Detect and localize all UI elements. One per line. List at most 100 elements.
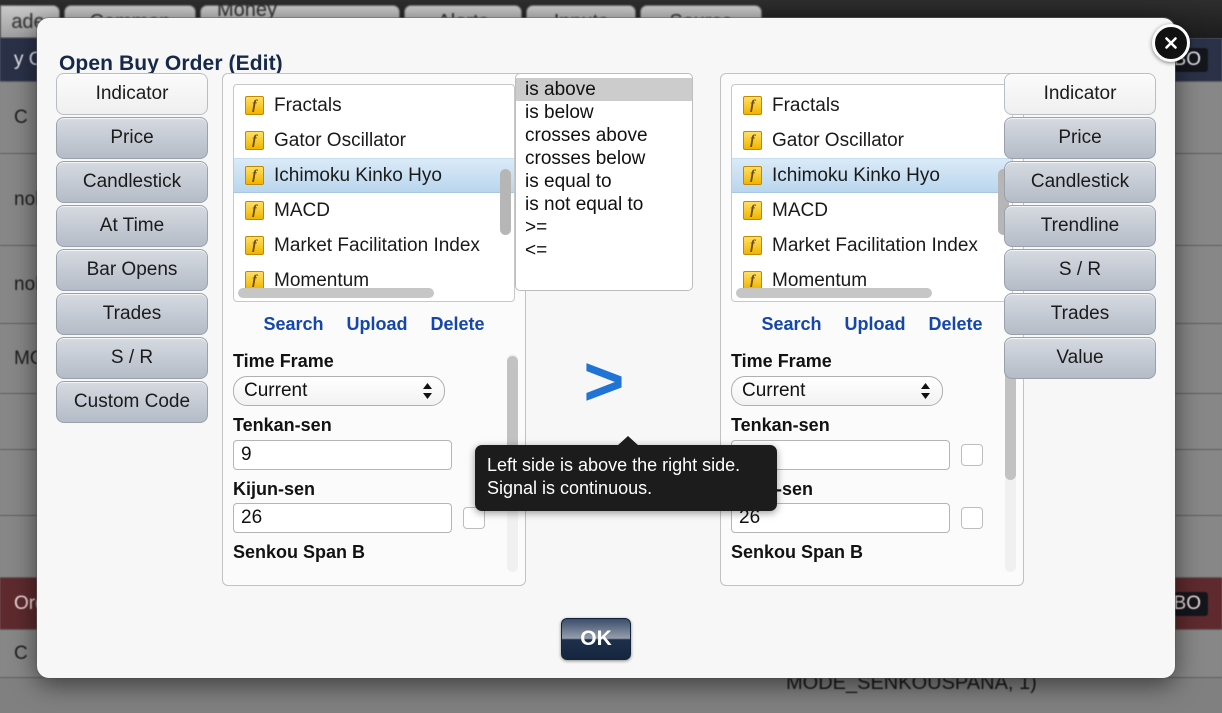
left-field-row	[233, 439, 515, 470]
operator-option[interactable]: is not equal to	[516, 193, 692, 216]
right-link-delete[interactable]: Delete	[929, 314, 983, 335]
left-indicator-list[interactable]: f Fractals f Gator Oscillator f Ichimoku Kink…	[233, 84, 515, 302]
ok-button[interactable]: OK	[561, 618, 631, 660]
right-category-button-s-r[interactable]: S / R	[1004, 249, 1156, 291]
left-indicator-item[interactable]: f MACD	[234, 193, 514, 228]
left-timeframe-label: Time Frame	[233, 352, 334, 371]
right-indicator-item[interactable]: f Fractals	[732, 88, 1012, 123]
function-icon: f	[245, 96, 264, 115]
right-field-checkbox[interactable]	[961, 507, 983, 530]
left-category-button-candlestick[interactable]: Candlestick	[56, 161, 208, 203]
right-indicator-label: Fractals	[772, 94, 840, 116]
right-link-search[interactable]: Search	[761, 314, 821, 335]
right-category-button-trades[interactable]: Trades	[1004, 293, 1156, 335]
operator-option[interactable]: is above	[516, 78, 692, 101]
right-indicator-label: Ichimoku Kinko Hyo	[772, 164, 940, 186]
operator-option[interactable]: >=	[516, 216, 692, 239]
left-list-horizontal-scrollbar[interactable]	[238, 287, 510, 299]
right-indicator-item[interactable]: f Market Facilitation Index	[732, 228, 1012, 263]
left-category-button-s-r[interactable]: S / R	[56, 337, 208, 379]
right-category-button-indicator[interactable]: Indicator	[1004, 73, 1156, 115]
right-timeframe-label: Time Frame	[731, 352, 832, 371]
left-field-label: Kijun-sen	[233, 478, 316, 499]
left-category-button-price[interactable]: Price	[56, 117, 208, 159]
function-icon: f	[743, 166, 762, 185]
left-field-input[interactable]	[233, 503, 452, 534]
operator-tooltip: Left side is above the right side. Signa…	[475, 436, 777, 511]
right-indicator-item[interactable]: f Ichimoku Kinko Hyo	[732, 158, 1012, 193]
right-category-button-price[interactable]: Price	[1004, 117, 1156, 159]
left-category-button-trades[interactable]: Trades	[56, 293, 208, 335]
left-category-button-column: Indicator Price Candlestick At Time Bar Open…	[56, 73, 208, 423]
right-indicator-item[interactable]: f MACD	[732, 193, 1012, 228]
function-icon: f	[245, 131, 264, 150]
right-timeframe-value: Current	[742, 379, 806, 401]
left-indicator-label: MACD	[274, 199, 330, 221]
right-field-checkbox[interactable]	[961, 443, 983, 466]
right-indicator-item[interactable]: f Gator Oscillator	[732, 123, 1012, 158]
right-timeframe-select[interactable]: Current	[731, 375, 943, 406]
left-list-action-links: Search Upload Delete	[223, 314, 525, 335]
operator-option[interactable]: crosses above	[516, 124, 692, 147]
operator-symbol: >	[583, 342, 625, 420]
left-category-button-at-time[interactable]: At Time	[56, 205, 208, 247]
left-timeframe-value: Current	[244, 379, 308, 401]
left-parameter-form: Time Frame Current Tenkan-sen Kijun-sen Se…	[233, 352, 515, 576]
tooltip-line-1: Left side is above the right side.	[487, 455, 741, 475]
left-indicator-item[interactable]: f Gator Oscillator	[234, 123, 514, 158]
left-indicator-label: Market Facilitation Index	[274, 234, 480, 256]
right-parameter-scrollbar[interactable]	[1005, 354, 1016, 572]
right-category-button-trendline[interactable]: Trendline	[1004, 205, 1156, 247]
right-field-label: Tenkan-sen	[731, 414, 830, 435]
operator-option[interactable]: is equal to	[516, 170, 692, 193]
right-indicator-label: Gator Oscillator	[772, 129, 904, 151]
operator-option[interactable]: <=	[516, 239, 692, 262]
left-indicator-item[interactable]: f Ichimoku Kinko Hyo	[234, 158, 514, 193]
operator-list[interactable]: is above is below crosses above crosses bel…	[515, 73, 693, 291]
left-link-delete[interactable]: Delete	[431, 314, 485, 335]
left-indicator-item[interactable]: f Fractals	[234, 88, 514, 123]
right-category-button-value[interactable]: Value	[1004, 337, 1156, 379]
right-link-upload[interactable]: Upload	[845, 314, 906, 335]
function-icon: f	[245, 201, 264, 220]
right-indicator-label: Market Facilitation Index	[772, 234, 978, 256]
close-icon[interactable]	[1152, 24, 1190, 62]
right-indicator-list[interactable]: f Fractals f Gator Oscillator f Ichimoku Kink…	[731, 84, 1013, 302]
function-icon: f	[245, 166, 264, 185]
function-icon: f	[743, 131, 762, 150]
left-link-upload[interactable]: Upload	[347, 314, 408, 335]
right-field-label: Senkou Span B	[731, 542, 864, 563]
left-timeframe-select[interactable]: Current	[233, 375, 445, 406]
right-list-action-links: Search Upload Delete	[721, 314, 1023, 335]
tooltip-line-2: Signal is continuous.	[487, 477, 653, 498]
left-field-input[interactable]	[233, 439, 452, 470]
stepper-icon	[919, 380, 932, 402]
left-field-row	[233, 503, 515, 534]
open-buy-order-dialog: Open Buy Order (Edit) Indicator Price Cand…	[37, 18, 1190, 678]
left-link-search[interactable]: Search	[263, 314, 323, 335]
left-field-label: Tenkan-sen	[233, 414, 332, 435]
background-row-left-text: C	[14, 106, 28, 128]
right-category-button-column: Indicator Price Candlestick Trendline S / RT…	[1004, 73, 1156, 379]
operator-option[interactable]: is below	[516, 101, 692, 124]
function-icon: f	[245, 236, 264, 255]
left-indicator-label: Gator Oscillator	[274, 129, 406, 151]
left-category-button-indicator[interactable]: Indicator	[56, 73, 208, 115]
function-icon: f	[743, 236, 762, 255]
left-category-button-bar-opens[interactable]: Bar Opens	[56, 249, 208, 291]
right-list-horizontal-scrollbar[interactable]	[736, 287, 1008, 299]
function-icon: f	[743, 201, 762, 220]
left-indicator-label: Ichimoku Kinko Hyo	[274, 164, 442, 186]
left-list-vertical-scrollbar[interactable]	[500, 169, 511, 235]
left-field-label: Senkou Span B	[233, 542, 366, 563]
left-category-button-custom-code[interactable]: Custom Code	[56, 381, 208, 423]
tooltip-arrow-icon	[617, 436, 639, 446]
operator-option[interactable]: crosses below	[516, 147, 692, 170]
left-indicator-label: Fractals	[274, 94, 342, 116]
operator-column: is above is below crosses above crosses bel…	[515, 73, 693, 416]
left-indicator-item[interactable]: f Market Facilitation Index	[234, 228, 514, 263]
background-row-left-text: C	[14, 642, 28, 664]
stepper-icon	[421, 380, 434, 402]
right-category-button-candlestick[interactable]: Candlestick	[1004, 161, 1156, 203]
function-icon: f	[743, 96, 762, 115]
